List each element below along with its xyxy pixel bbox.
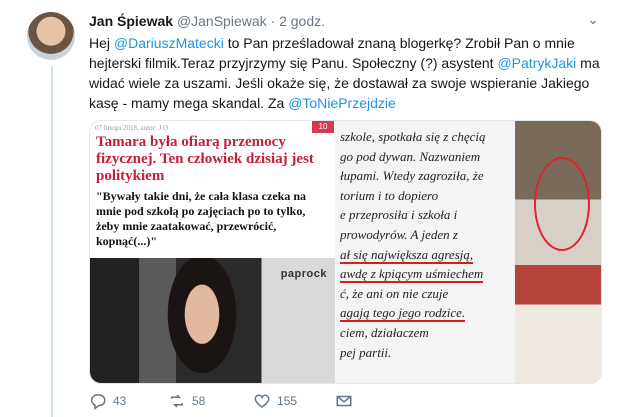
chevron-down-icon[interactable]: ⌄ (582, 11, 604, 29)
retweet-count: 58 (192, 394, 206, 408)
reply-button[interactable]: 43 (89, 392, 126, 410)
excerpt-line-underlined: ał się największa agresją, (340, 245, 515, 265)
excerpt-line-underlined: awdę z kpiącym uśmiechem (340, 264, 515, 284)
excerpt-text: szkole, spotkała się z chęcią go pod dyw… (340, 127, 515, 362)
tweet-text-part: Hej (89, 35, 114, 51)
excerpt-line-underlined: agają tego jego rodzice. (340, 303, 515, 323)
group-photo (515, 121, 601, 383)
like-count: 155 (277, 394, 298, 408)
excerpt-line: ciem, działaczem (340, 324, 429, 340)
excerpt-line: ć, że ani on nie czuje (340, 285, 449, 301)
underlined-text: ał się największa agresją, (340, 246, 474, 264)
retweet-icon (171, 394, 183, 408)
mention-link[interactable]: @ToNiePrzejdzie (288, 95, 396, 111)
portrait (162, 258, 242, 383)
excerpt-line: prowodyrów. A jeden z (340, 226, 458, 242)
mention-link[interactable]: @PatrykJaki (497, 55, 576, 71)
direct-message-button[interactable] (335, 392, 353, 410)
excerpt-line: szkole, spotkała się z chęcią (340, 129, 486, 144)
media-image[interactable]: 07 lutego 2018, autor: J.O 10 Tamara był… (89, 120, 602, 384)
underlined-text: agają tego jego rodzice. (340, 305, 466, 323)
article-excerpt: szkole, spotkała się z chęcią go pod dyw… (336, 121, 515, 383)
retweet-button[interactable]: 58 (168, 392, 205, 410)
excerpt-line: torium i to dopiero (340, 187, 439, 203)
reply-icon (90, 394, 106, 410)
excerpt-line: pej partii. (340, 344, 392, 360)
timestamp[interactable]: 2 godz. (279, 13, 325, 29)
author-name[interactable]: Jan Śpiewak (89, 13, 173, 29)
highlight-circle (534, 157, 590, 251)
like-button[interactable]: 155 (253, 392, 297, 410)
author-handle[interactable]: @JanSpiewak (177, 13, 267, 29)
article-clipping: 07 lutego 2018, autor: J.O 10 Tamara był… (90, 121, 335, 383)
excerpt-line: go pod dywan. Nazwaniem (340, 148, 481, 164)
reply-count: 43 (113, 394, 127, 408)
separator-dot: · (270, 13, 276, 29)
envelope-icon (336, 395, 352, 407)
avatar[interactable] (27, 12, 75, 60)
underlined-text: awdę z kpiącym uśmiechem (340, 266, 484, 284)
article-date: 07 lutego 2018, autor: J.O (95, 124, 169, 132)
tweet-header: Jan Śpiewak @JanSpiewak · 2 godz. (89, 12, 325, 30)
photo-backdrop-text: paprock (280, 268, 327, 280)
comment-badge: 10 (312, 121, 334, 133)
article-quote: "Bywały takie dni, że cała klasa czeka n… (96, 189, 306, 248)
heart-icon (254, 394, 270, 408)
mention-link[interactable]: @DariuszMatecki (114, 35, 224, 51)
tweet-text: Hej @DariuszMatecki to Pan prześladował … (89, 33, 604, 113)
excerpt-line: łupami. Wtedy zagroziła, że (340, 168, 484, 184)
thread-line (51, 66, 53, 417)
excerpt-line: e przeprosiła i szkoła i (340, 207, 458, 223)
tweet-actions: 43 58 155 (89, 392, 469, 414)
article-headline: Tamara była ofiarą przemocy fizycznej. T… (96, 134, 314, 184)
article-photo: paprock (90, 258, 335, 383)
